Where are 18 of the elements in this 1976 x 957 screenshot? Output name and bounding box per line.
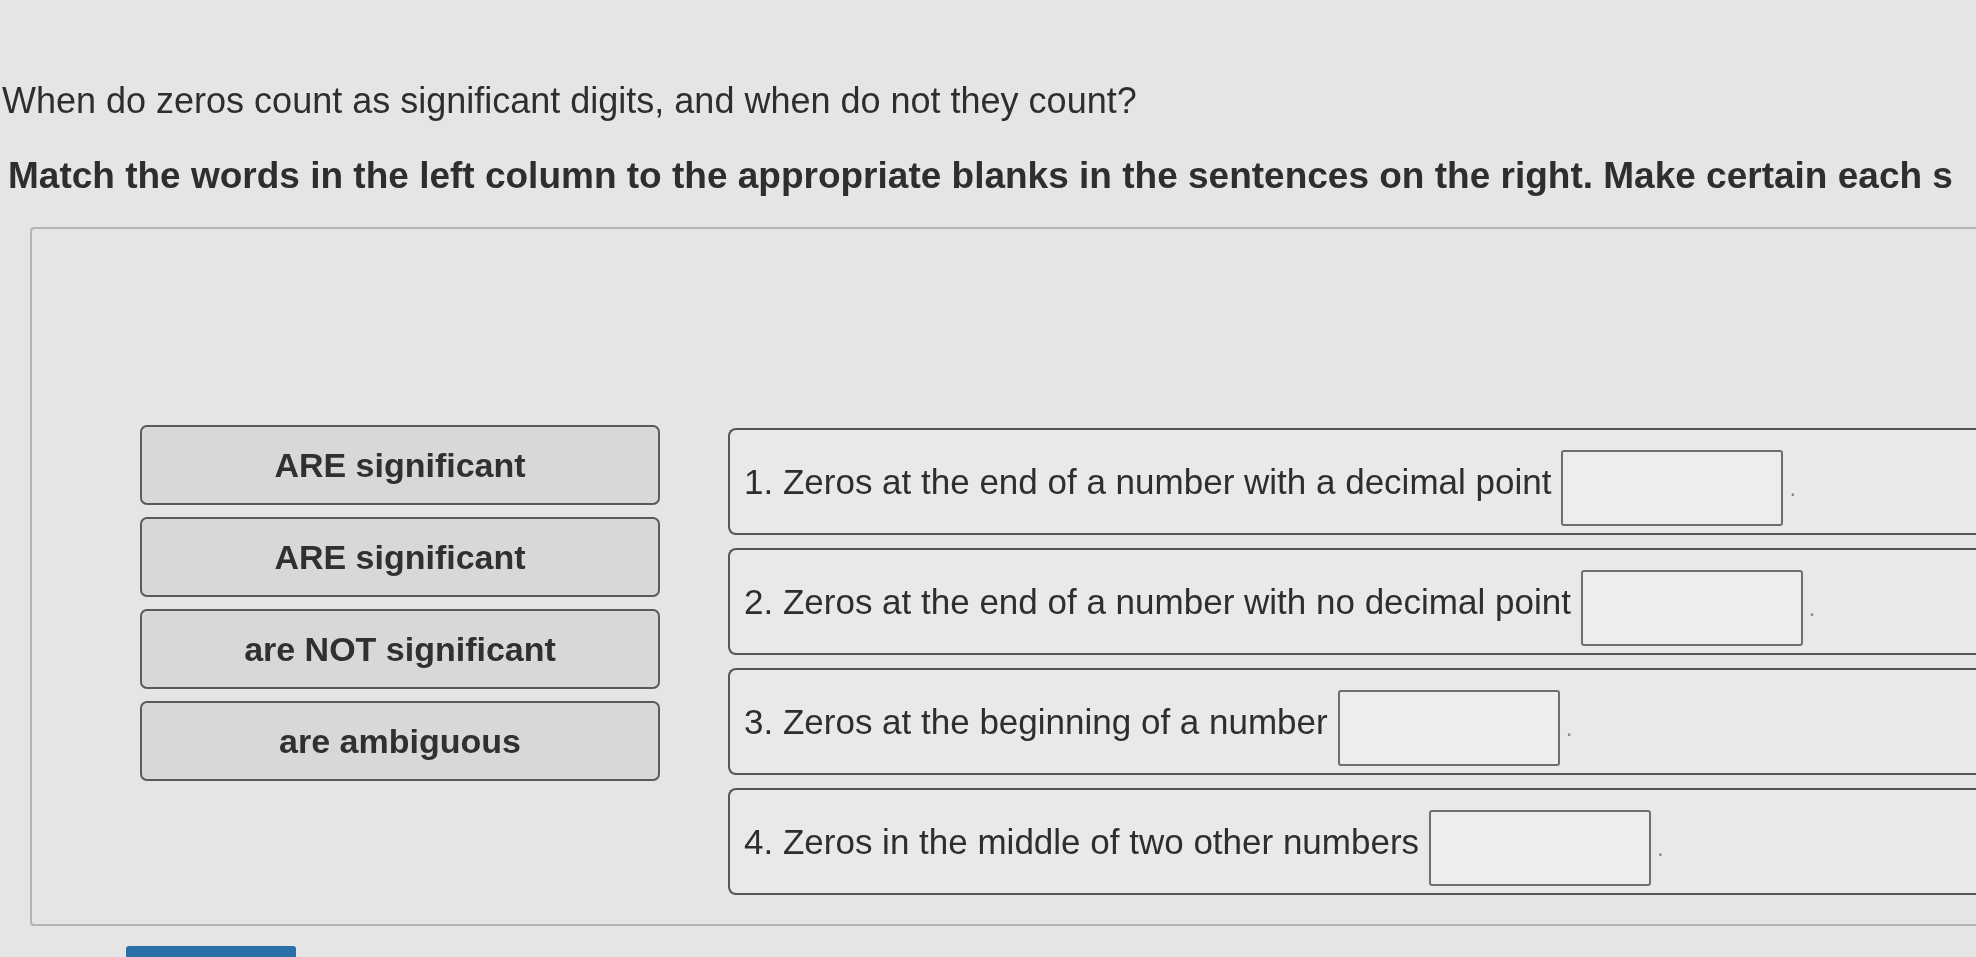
answer-box[interactable] <box>1429 809 1652 886</box>
sentence-text: 2. Zeros at the end of a number with no decimal point <box>744 581 1571 622</box>
period-text: . <box>1657 833 1664 862</box>
word-tile[interactable]: are ambiguous <box>140 701 660 781</box>
instructions-text: Match the words in the left column to the appropriate blanks in the sentences on the right. Make certain each s <box>7 155 1953 197</box>
word-tile[interactable]: are NOT significant <box>140 609 660 689</box>
answer-box[interactable] <box>1337 689 1560 766</box>
word-tile[interactable]: ARE significant <box>140 425 660 505</box>
question-text: When do zeros count as significant digits, and when do not they count? <box>1 80 1137 122</box>
sentence-text: 3. Zeros at the beginning of a number <box>744 701 1328 742</box>
period-text: . <box>1789 473 1797 502</box>
period-text: . <box>1565 713 1573 742</box>
period-text: . <box>1808 593 1816 622</box>
sentence-text: 4. Zeros in the middle of two other numbers <box>744 821 1420 862</box>
sentence-text: 1. Zeros at the end of a number with a decimal point <box>744 461 1552 502</box>
answer-box[interactable] <box>1580 569 1803 646</box>
answer-box[interactable] <box>1561 449 1784 526</box>
word-tile[interactable]: ARE significant <box>140 517 660 597</box>
